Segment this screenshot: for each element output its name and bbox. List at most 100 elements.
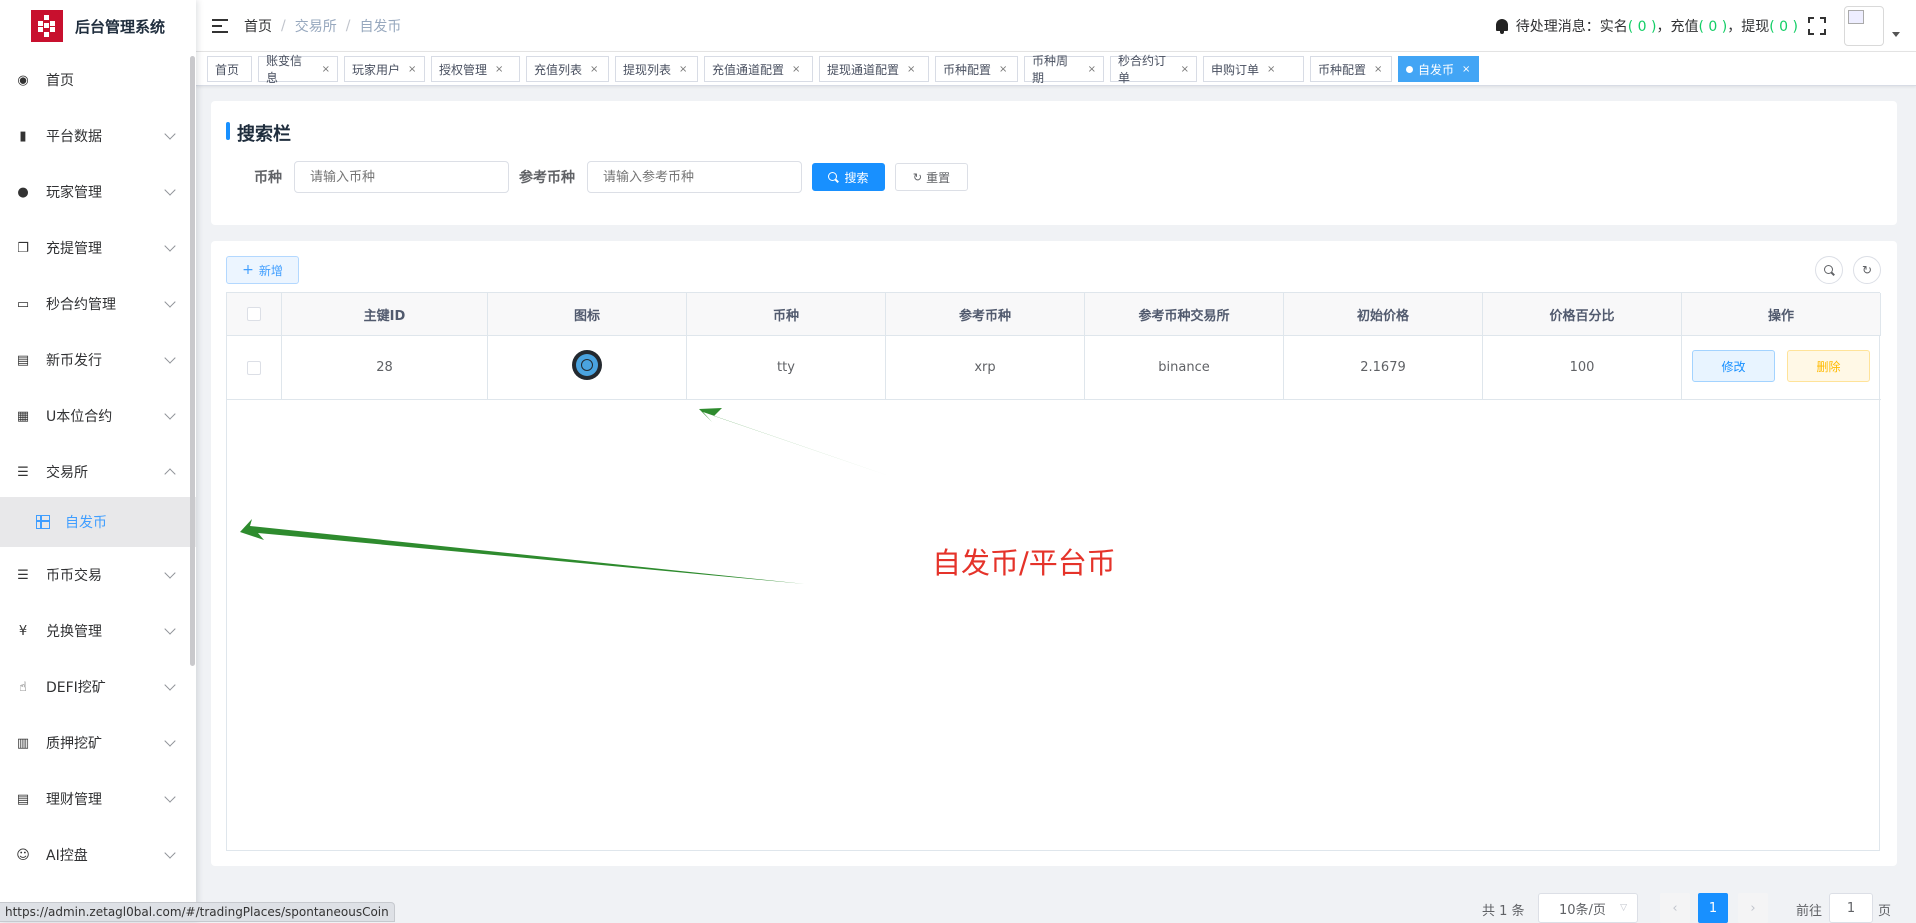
edit-button[interactable]: 修改 [1692,350,1775,382]
tab-label: 充值通道配置 [712,62,785,77]
sidebar-item-8[interactable]: ☰ 币币交易 [0,547,196,603]
sidebar-item-label: 充提管理 [46,241,102,257]
tab-2[interactable]: 玩家用户 × [344,56,425,82]
bell-icon[interactable] [1495,18,1509,34]
chevron-down-icon: ▽ [1620,903,1627,913]
close-icon[interactable]: × [679,64,687,75]
refresh-button[interactable]: ↻ [1853,256,1881,284]
add-button[interactable]: + 新增 [226,256,299,284]
tab-label: 授权管理 [439,62,488,77]
close-icon[interactable]: × [1267,64,1275,75]
sidebar-item-7[interactable]: ☰ 交易所 [0,444,196,500]
sidebar-item-label: U本位合约 [46,409,113,425]
tab-active[interactable]: 自发币 × [1398,56,1479,82]
page-size-select[interactable]: 10条/页 ▽ [1538,893,1638,923]
logo[interactable]: 后台管理系统 [0,0,196,52]
close-icon[interactable]: × [999,64,1007,75]
tab-10[interactable]: 秒合约订单 × [1110,54,1197,85]
tab-8[interactable]: 币种配置 × [935,56,1018,82]
sidebar-item-label: AI控盘 [46,848,88,864]
sidebar-item-13[interactable]: ☺ AI控盘 [0,827,196,883]
close-icon[interactable]: × [1462,64,1470,75]
next-page-button[interactable]: › [1738,893,1768,923]
prev-page-button[interactable]: ‹ [1660,893,1690,923]
sidebar-item-5[interactable]: ▤ 新币发行 [0,332,196,388]
ref-coin-input[interactable] [587,161,802,193]
pending-messages[interactable]: 待处理消息：实名( 0 )，充值( 0 )，提现( 0 ) [1516,16,1798,36]
column-header: 币种 [687,293,886,336]
column-header: 操作 [1682,293,1881,336]
column-header: 主键ID [282,293,488,336]
reset-button[interactable]: ↻ 重置 [895,163,968,191]
sidebar-scrollbar[interactable] [190,56,195,666]
close-icon[interactable]: × [1088,64,1096,75]
search-button[interactable]: 搜索 [812,163,885,191]
avatar[interactable] [1844,6,1884,46]
robot-icon: ☺ [16,847,30,863]
close-icon[interactable]: × [322,64,330,75]
close-icon[interactable]: × [408,64,416,75]
sidebar-item-label: 理财管理 [46,792,102,808]
add-button-label: 新增 [258,263,283,278]
tab-11[interactable]: 申购订单 × [1203,56,1304,82]
close-icon[interactable]: × [907,64,915,75]
close-icon[interactable]: × [792,64,800,75]
pagination-total: 共 1 条 [1482,903,1525,919]
close-icon[interactable]: × [590,64,598,75]
pending-label: 待处理消息： [1515,19,1600,35]
chevron-down-icon [164,623,176,635]
refresh-icon: ↻ [1861,263,1873,277]
tab-3[interactable]: 授权管理 × [431,56,520,82]
tab-1[interactable]: 账变信息 × [258,54,338,85]
tab-label: 币种配置 [943,62,992,77]
tab-12[interactable]: 币种配置 × [1310,56,1392,82]
tab-label: 币种周期 [1032,54,1069,85]
column-header: 参考币种 [886,293,1085,336]
sidebar-item-1[interactable]: ▮ 平台数据 [0,108,196,164]
sidebar-item-12[interactable]: ▤ 理财管理 [0,771,196,827]
tab-5[interactable]: 提现列表 × [615,56,698,82]
caret-down-icon[interactable] [1892,31,1900,37]
documents-icon: ❐ [17,240,29,256]
chevron-down-icon [164,567,176,579]
sidebar-item-4[interactable]: ▭ 秒合约管理 [0,276,196,332]
sidebar-item-11[interactable]: ▥ 质押挖矿 [0,715,196,771]
sidebar-item-0[interactable]: ◉ 首页 [0,52,196,108]
breadcrumb-home[interactable]: 首页 [244,16,272,36]
page-1-button[interactable]: 1 [1698,893,1728,923]
chevron-down-icon [164,679,176,691]
logo-icon [31,10,63,42]
sidebar-item-6[interactable]: ▦ U本位合约 [0,388,196,444]
pending-withdraw-label: 提现 [1741,19,1770,35]
chevron-down-icon [164,128,176,140]
monitor-icon: ▭ [16,296,30,312]
row-checkbox[interactable] [247,360,261,375]
search-panel-title: 搜索栏 [226,120,291,146]
message-icon: ▤ [16,352,30,368]
tab-7[interactable]: 提现通道配置 × [819,56,929,82]
delete-button[interactable]: 删除 [1787,350,1870,382]
select-all-checkbox[interactable] [247,307,261,321]
tab-label: 首页 [215,62,240,77]
book-icon: ▮ [19,128,27,144]
close-icon[interactable]: × [1374,64,1382,75]
row-select-cell [227,336,282,400]
sidebar-item-9[interactable]: ¥ 兑换管理 [0,603,196,659]
menu-toggle-icon[interactable] [212,18,228,33]
chevron-down-icon [164,847,176,859]
goto-page-input[interactable]: 1 [1829,893,1873,923]
sidebar-item-3[interactable]: ❐ 充提管理 [0,220,196,276]
sidebar-item-10[interactable]: ☝ DEFI挖矿 [0,659,196,715]
tab-6[interactable]: 充值通道配置 × [704,56,813,82]
close-icon[interactable]: × [1181,64,1189,75]
toggle-search-button[interactable] [1815,256,1843,284]
coin-input[interactable] [294,161,509,193]
tab-9[interactable]: 币种周期 × [1024,54,1104,85]
tab-0[interactable]: 首页 [207,56,252,82]
tab-label: 提现通道配置 [827,62,900,77]
sidebar-item-2[interactable]: ● 玩家管理 [0,164,196,220]
tab-4[interactable]: 充值列表 × [526,56,609,82]
fullscreen-icon[interactable] [1808,17,1826,35]
close-icon[interactable]: × [495,64,503,75]
sidebar-subitem-active[interactable]: 自发币 [0,497,196,547]
